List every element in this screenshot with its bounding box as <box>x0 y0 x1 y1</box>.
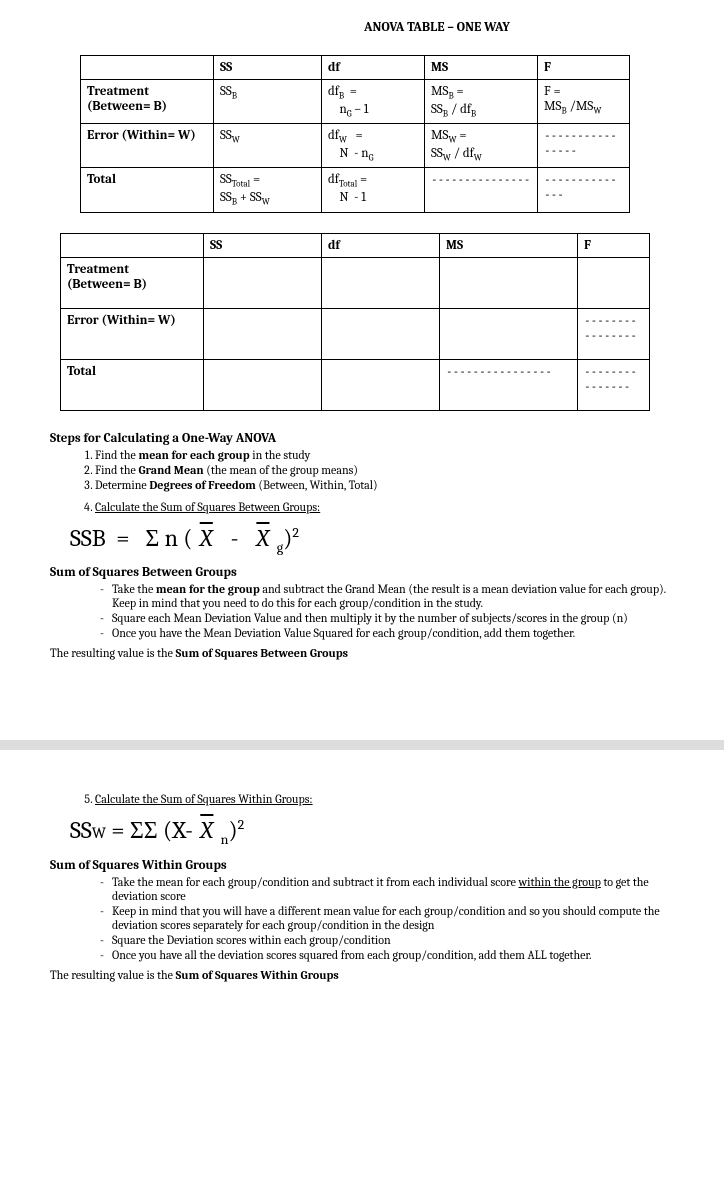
col-f: F <box>538 56 630 80</box>
page-divider <box>0 740 724 750</box>
document-page-1: ANOVA TABLE – ONE WAY SS df MS F Treatme… <box>0 0 724 680</box>
col-ss: SS <box>214 56 322 80</box>
table-row: Error (Within= W) SSW dfW = N - nG MSW =… <box>81 124 630 168</box>
ssb-heading: Sum of Squares Between Groups <box>50 565 674 580</box>
ssb-bullets: Take the mean for the group and subtract… <box>50 582 674 640</box>
anova-formula-table: SS df MS F Treatment(Between= B) SSB dfB… <box>80 55 630 213</box>
col-ms: MS <box>425 56 538 80</box>
list-item: Find the mean for each group in the stud… <box>95 448 674 462</box>
list-item: Square the Deviation scores within each … <box>100 933 674 947</box>
formula-ssw: SSW = ΣΣ (X- X n)2 <box>70 816 674 848</box>
ssb-result: The resulting value is the Sum of Square… <box>50 646 674 660</box>
step-5: Calculate the Sum of Squares Within Grou… <box>50 792 674 806</box>
list-item: Take the mean for the group and subtract… <box>100 582 674 610</box>
col-df: df <box>322 233 440 257</box>
table-row: Total ---------------- --------------- <box>61 359 650 410</box>
table-row: Treatment(Between= B) <box>61 257 650 308</box>
ssw-heading: Sum of Squares Within Groups <box>50 858 674 873</box>
ssw-bullets: Take the mean for each group/condition a… <box>50 875 674 962</box>
ssw-result: The resulting value is the Sum of Square… <box>50 968 674 982</box>
list-item: Once you have the Mean Deviation Value S… <box>100 626 674 640</box>
list-item: Square each Mean Deviation Value and the… <box>100 611 674 625</box>
list-item: Calculate the Sum of Squares Within Grou… <box>95 792 674 806</box>
table-row: Error (Within= W) ---------------- <box>61 308 650 359</box>
anova-blank-table: SS df MS F Treatment(Between= B) Error (… <box>60 233 650 411</box>
step-4: Calculate the Sum of Squares Between Gro… <box>50 500 674 514</box>
list-item: Once you have all the deviation scores s… <box>100 948 674 962</box>
steps-heading: Steps for Calculating a One-Way ANOVA <box>50 431 674 446</box>
list-item: Find the Grand Mean (the mean of the gro… <box>95 463 674 477</box>
list-item: Take the mean for each group/condition a… <box>100 875 674 903</box>
col-ss: SS <box>204 233 322 257</box>
table-row: Total SSTotal =SSB + SSW dfTotal = N - 1… <box>81 168 630 212</box>
steps-list: Find the mean for each group in the stud… <box>50 448 674 492</box>
page-title: ANOVA TABLE – ONE WAY <box>200 20 674 35</box>
document-page-2: Calculate the Sum of Squares Within Grou… <box>0 750 724 1002</box>
list-item: Keep in mind that you will have a differ… <box>100 904 674 932</box>
table-row: Treatment(Between= B) SSB dfB = nG – 1 M… <box>81 80 630 124</box>
col-df: df <box>322 56 425 80</box>
col-f: F <box>578 233 650 257</box>
col-ms: MS <box>440 233 578 257</box>
formula-ssb: SSB = Σ n ( X - X g)2 <box>70 524 674 556</box>
list-item: Determine Degrees of Freedom (Between, W… <box>95 478 674 492</box>
list-item: Calculate the Sum of Squares Between Gro… <box>95 500 674 514</box>
